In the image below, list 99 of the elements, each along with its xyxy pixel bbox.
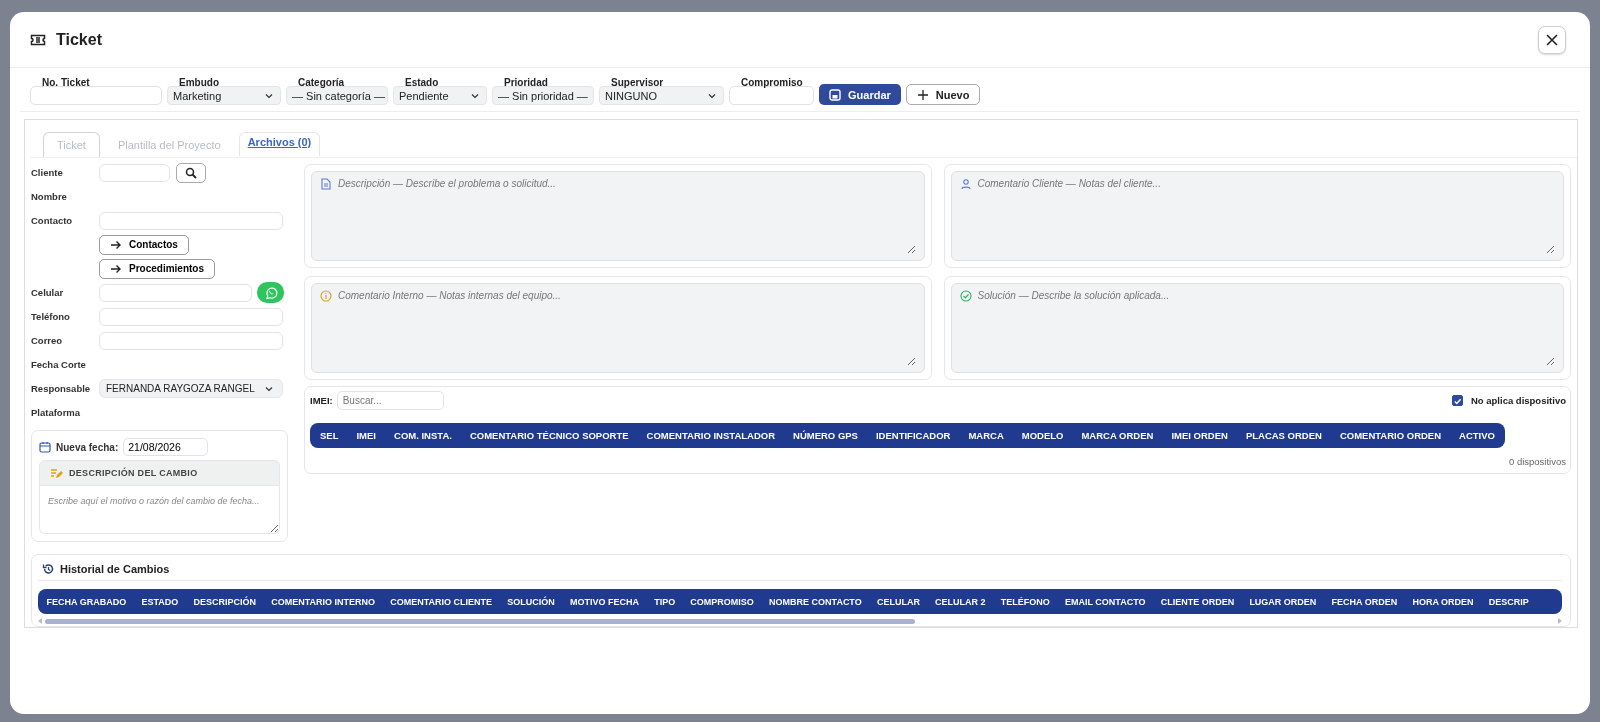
- section-heading: DESCRIPCIÓN DEL CAMBIO: [69, 468, 198, 479]
- field-label: Celular: [31, 287, 65, 299]
- column-header: COM. INSTA.: [393, 430, 453, 442]
- new-button[interactable]: Nuevo: [905, 84, 981, 105]
- text-area[interactable]: Comentario Interno — Notas internas del equipo...: [311, 283, 925, 374]
- input-field[interactable]: [99, 283, 252, 302]
- window-title: Ticket: [56, 30, 102, 49]
- column-header: COMENTARIO CLIENTE: [389, 596, 494, 607]
- link-button[interactable]: Procedimientos: [99, 258, 216, 279]
- column-header: COMENTARIO INSTALADOR: [645, 430, 777, 442]
- field-label: Estado: [404, 78, 440, 88]
- save-button[interactable]: Guardar: [819, 84, 901, 105]
- dropdown[interactable]: — Sin prioridad —: [492, 86, 594, 105]
- check-circle-icon: [959, 290, 972, 303]
- info-icon: [320, 290, 332, 303]
- column-header: MOTIVO FECHA: [568, 596, 640, 607]
- column-header: TELÉFONO: [999, 596, 1051, 607]
- column-header: DESCRIPCIÓN: [192, 596, 257, 607]
- column-header: NÚMERO GPS: [792, 430, 859, 442]
- field-label: Supervisor: [610, 78, 665, 88]
- text-area[interactable]: Comentario Cliente — Notas del cliente...: [950, 171, 1564, 262]
- field-label: Plataforma: [31, 407, 82, 419]
- input-field[interactable]: [99, 163, 170, 182]
- column-header: ACTIVO: [1458, 430, 1496, 442]
- column-header: DESCRIP: [1487, 596, 1530, 607]
- field-label: Cliente: [31, 167, 64, 179]
- input-field[interactable]: [99, 211, 283, 230]
- column-header: MODELO: [1020, 430, 1065, 442]
- dropdown[interactable]: Pendiente: [393, 86, 487, 105]
- field-label: Responsable: [31, 383, 92, 395]
- person-icon: [959, 178, 972, 191]
- column-header: TIPO: [653, 596, 677, 607]
- text-area[interactable]: Escribe aquí el motivo o razón del cambio de fecha...: [39, 486, 280, 535]
- column-header: EMAIL CONTACTO: [1064, 596, 1147, 607]
- column-header: IMEI: [355, 430, 377, 442]
- chat-bubble-icon: [263, 285, 278, 300]
- text-area[interactable]: Descripción — Describe el problema o solicitud...: [311, 171, 925, 262]
- field-label: No. Ticket: [41, 78, 91, 88]
- input-field[interactable]: [99, 331, 283, 350]
- field-label: Teléfono: [31, 311, 71, 323]
- arrow-right-icon: [110, 262, 121, 275]
- column-header: NOMBRE CONTACTO: [768, 596, 863, 607]
- text-area[interactable]: Solución — Describe la solución aplicada...: [950, 283, 1564, 374]
- column-header: MARCA: [967, 430, 1005, 442]
- input-field[interactable]: [729, 86, 814, 105]
- field-label: Prioridad: [503, 78, 549, 88]
- column-header: COMENTARIO ORDEN: [1338, 430, 1443, 442]
- ticket-icon: [30, 32, 46, 47]
- column-header: COMENTARIO TÉCNICO SOPORTE: [468, 430, 630, 442]
- field-label: Nombre: [31, 191, 68, 203]
- column-header: COMENTARIO INTERNO: [270, 596, 377, 607]
- field-label: Nueva fecha:: [56, 441, 119, 453]
- column-header: SEL: [319, 430, 340, 442]
- search-button[interactable]: [176, 162, 206, 183]
- edit-note-icon: [50, 467, 63, 480]
- column-header: SOLUCIÓN: [506, 596, 556, 607]
- field-label: Compromiso: [740, 78, 804, 88]
- column-header: FECHA ORDEN: [1330, 596, 1399, 607]
- plus-icon: [916, 88, 929, 101]
- whatsapp-button[interactable]: [257, 282, 284, 304]
- calendar-icon: [39, 441, 51, 454]
- arrow-right-icon: [110, 238, 121, 251]
- close-icon: [1546, 33, 1558, 46]
- column-header: LUGAR ORDEN: [1248, 596, 1318, 607]
- field-label: Fecha Corte: [31, 359, 87, 371]
- link-button[interactable]: Contactos: [99, 234, 189, 255]
- column-header: CELULAR: [875, 596, 921, 607]
- document-icon: [320, 178, 332, 191]
- field-label: Categoría: [297, 78, 346, 88]
- close-button[interactable]: [1538, 25, 1566, 54]
- column-header: IDENTIFICADOR: [874, 430, 952, 442]
- checkbox[interactable]: [1451, 395, 1463, 407]
- column-header: IMEI ORDEN: [1170, 430, 1229, 442]
- horizontal-scrollbar[interactable]: [38, 616, 1562, 626]
- dropdown[interactable]: FERNANDA RAYGOZA RANGEL: [99, 379, 283, 399]
- column-header: ESTADO: [140, 596, 180, 607]
- field-label: IMEI:: [310, 395, 333, 407]
- search-field[interactable]: Buscar...: [336, 391, 444, 411]
- device-count: 0 dispositivos: [1508, 456, 1566, 468]
- field-label: Embudo: [178, 78, 220, 88]
- column-header: CLIENTE ORDEN: [1159, 596, 1236, 607]
- save-icon: [829, 88, 841, 101]
- field-label: Correo: [31, 335, 64, 347]
- column-header: FECHA GRABADO: [45, 596, 128, 607]
- search-icon: [185, 166, 197, 179]
- section-title: Historial de Cambios: [60, 563, 170, 576]
- column-header: COMPROMISO: [689, 596, 755, 607]
- column-header: CELULAR 2: [934, 596, 987, 607]
- column-header: PLACAS ORDEN: [1244, 430, 1323, 442]
- date-field[interactable]: 21/08/2026: [123, 438, 209, 457]
- checkbox-label: No aplica dispositivo: [1470, 395, 1566, 407]
- column-header: MARCA ORDEN: [1080, 430, 1155, 442]
- column-header: HORA ORDEN: [1411, 596, 1475, 607]
- files-tab[interactable]: Archivos (0): [238, 132, 321, 156]
- dropdown[interactable]: Marketing: [167, 86, 281, 105]
- field-label: Contacto: [31, 215, 74, 227]
- input-field[interactable]: [99, 307, 283, 326]
- input-field[interactable]: [30, 86, 162, 105]
- history-icon: [42, 563, 54, 576]
